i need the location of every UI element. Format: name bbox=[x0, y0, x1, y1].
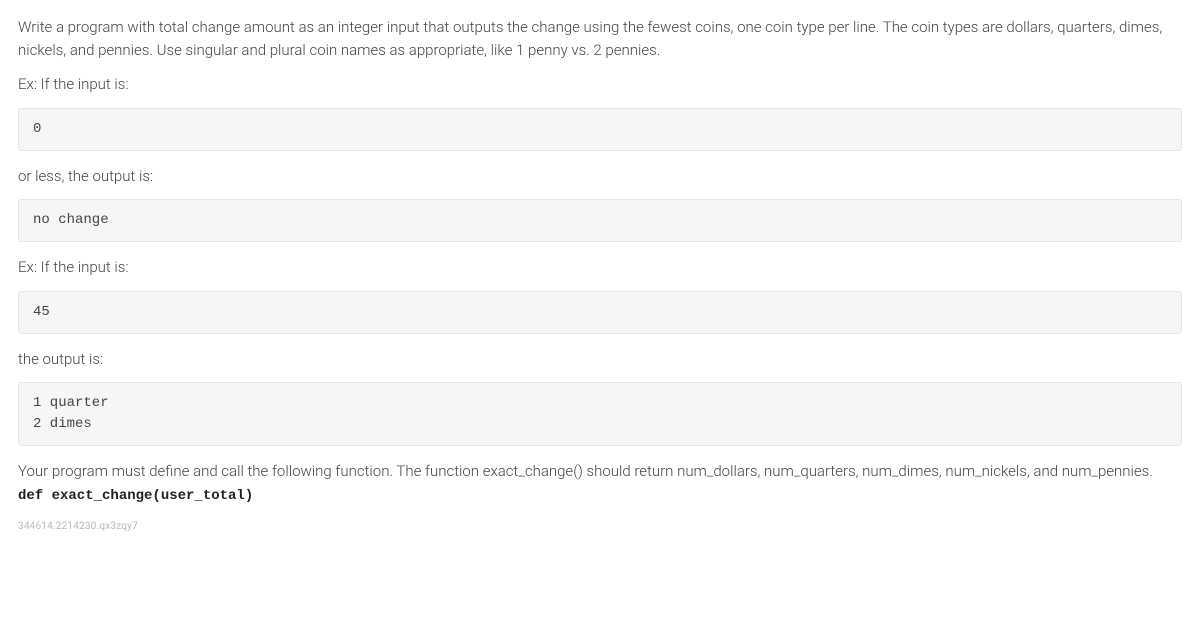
function-description: Your program must define and call the fo… bbox=[18, 460, 1182, 507]
footer-id: 344614.2214230.qx3zqy7 bbox=[18, 519, 1182, 534]
code-block-output-2: 1 quarter 2 dimes bbox=[18, 382, 1182, 446]
code-block-output-1: no change bbox=[18, 199, 1182, 242]
example2-label: Ex: If the input is: bbox=[18, 256, 1182, 279]
code-block-input-1: 0 bbox=[18, 108, 1182, 151]
output-label: the output is: bbox=[18, 348, 1182, 371]
intro-paragraph: Write a program with total change amount… bbox=[18, 16, 1182, 61]
example1-label: Ex: If the input is: bbox=[18, 73, 1182, 96]
function-desc-text: Your program must define and call the fo… bbox=[18, 462, 1153, 480]
function-signature: def exact_change(user_total) bbox=[18, 488, 253, 504]
code-block-input-2: 45 bbox=[18, 291, 1182, 334]
problem-description: Write a program with total change amount… bbox=[18, 16, 1182, 534]
or-less-label: or less, the output is: bbox=[18, 165, 1182, 188]
